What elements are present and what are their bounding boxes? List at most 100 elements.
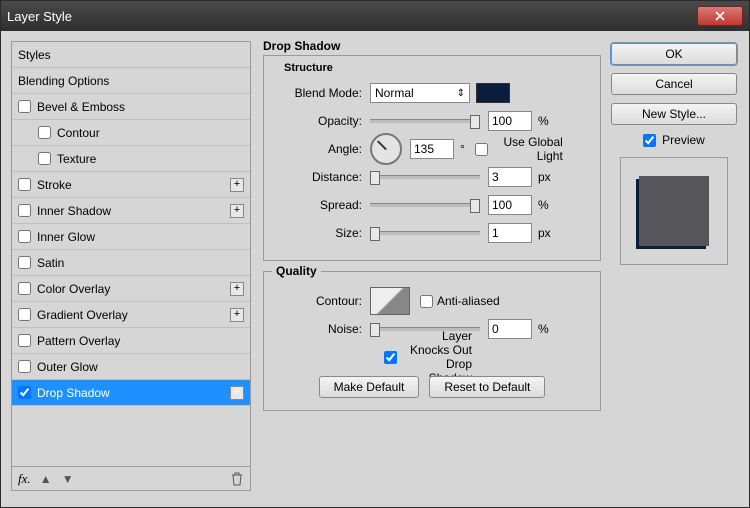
size-slider[interactable] [370, 231, 480, 235]
style-item-label: Color Overlay [37, 282, 110, 296]
blending-options[interactable]: Blending Options [12, 68, 250, 94]
add-effect-icon[interactable]: + [230, 386, 244, 400]
default-buttons-row: Make Default Reset to Default [274, 376, 590, 398]
move-down-icon[interactable]: ▼ [61, 472, 75, 486]
titlebar[interactable]: Layer Style [1, 1, 749, 31]
slider-thumb[interactable] [470, 199, 480, 213]
style-checkbox[interactable] [18, 100, 31, 113]
style-item-inner-shadow[interactable]: Inner Shadow + [12, 198, 250, 224]
size-input[interactable] [488, 223, 532, 243]
close-button[interactable] [697, 6, 743, 26]
angle-input[interactable] [410, 139, 454, 159]
ok-button[interactable]: OK [611, 43, 737, 65]
spread-input[interactable] [488, 195, 532, 215]
distance-slider[interactable] [370, 175, 480, 179]
preview-checkbox[interactable] [643, 134, 656, 147]
style-item-texture[interactable]: Texture [12, 146, 250, 172]
new-style-button[interactable]: New Style... [611, 103, 737, 125]
style-checkbox[interactable] [18, 256, 31, 269]
spread-row: Spread: % [274, 192, 590, 218]
style-item-outer-glow[interactable]: Outer Glow [12, 354, 250, 380]
blend-mode-select[interactable]: Normal ⇕ [370, 83, 470, 103]
fx-menu-icon[interactable]: fx. [18, 471, 31, 487]
style-item-stroke[interactable]: Stroke + [12, 172, 250, 198]
trash-icon[interactable] [230, 472, 244, 486]
reset-default-button[interactable]: Reset to Default [429, 376, 545, 398]
distance-row: Distance: px [274, 164, 590, 190]
make-default-button[interactable]: Make Default [319, 376, 420, 398]
style-checkbox[interactable] [18, 282, 31, 295]
style-checkbox[interactable] [18, 334, 31, 347]
move-up-icon[interactable]: ▲ [39, 472, 53, 486]
slider-thumb[interactable] [470, 115, 480, 129]
style-checkbox[interactable] [38, 152, 51, 165]
style-checkbox[interactable] [18, 386, 31, 399]
style-checkbox[interactable] [18, 230, 31, 243]
anti-aliased-label: Anti-aliased [437, 294, 500, 308]
contour-picker[interactable] [370, 287, 410, 315]
style-item-drop-shadow[interactable]: Drop Shadow + [12, 380, 250, 406]
cancel-button[interactable]: Cancel [611, 73, 737, 95]
styles-list: Styles Blending Options Bevel & Emboss C… [12, 42, 250, 466]
style-checkbox[interactable] [18, 308, 31, 321]
preview-toggle[interactable]: Preview [611, 133, 737, 147]
layer-knocks-row: Layer Knocks Out Drop Shadow [274, 344, 590, 370]
style-item-pattern-overlay[interactable]: Pattern Overlay [12, 328, 250, 354]
angle-row: Angle: ° Use Global Light [274, 136, 590, 162]
distance-label: Distance: [274, 170, 370, 184]
shadow-color-swatch[interactable] [476, 83, 510, 103]
spread-unit: % [538, 198, 549, 212]
styles-header[interactable]: Styles [12, 42, 250, 68]
anti-aliased-checkbox[interactable] [420, 295, 433, 308]
structure-legend: Structure [284, 62, 333, 74]
anti-aliased[interactable]: Anti-aliased [420, 294, 516, 308]
style-item-label: Stroke [37, 178, 72, 192]
style-item-color-overlay[interactable]: Color Overlay + [12, 276, 250, 302]
chevron-down-icon: ⇕ [457, 88, 465, 99]
style-item-gradient-overlay[interactable]: Gradient Overlay + [12, 302, 250, 328]
use-global-light[interactable]: Use Global Light [475, 135, 571, 163]
preview-square [639, 176, 709, 246]
slider-thumb[interactable] [370, 323, 380, 337]
angle-dial[interactable] [370, 133, 402, 165]
style-item-label: Contour [57, 126, 100, 140]
noise-label: Noise: [274, 322, 370, 336]
add-effect-icon[interactable]: + [230, 282, 244, 296]
style-checkbox[interactable] [18, 360, 31, 373]
distance-input[interactable] [488, 167, 532, 187]
spread-slider[interactable] [370, 203, 480, 207]
add-effect-icon[interactable]: + [230, 178, 244, 192]
panel-title: Drop Shadow [263, 39, 601, 53]
add-effect-icon[interactable]: + [230, 308, 244, 322]
noise-slider[interactable] [370, 327, 480, 331]
noise-input[interactable] [488, 319, 532, 339]
layer-style-window: Layer Style Styles Blending Options Beve… [0, 0, 750, 508]
style-item-label: Pattern Overlay [37, 334, 120, 348]
structure-group: Structure Blend Mode: Normal ⇕ Opacity: … [263, 55, 601, 261]
style-item-contour[interactable]: Contour [12, 120, 250, 146]
opacity-slider[interactable] [370, 119, 480, 123]
spread-label: Spread: [274, 198, 370, 212]
opacity-input[interactable] [488, 111, 532, 131]
style-item-label: Inner Glow [37, 230, 95, 244]
slider-thumb[interactable] [370, 171, 380, 185]
size-label: Size: [274, 226, 370, 240]
style-item-label: Outer Glow [37, 360, 98, 374]
add-effect-icon[interactable]: + [230, 204, 244, 218]
slider-thumb[interactable] [370, 227, 380, 241]
style-checkbox[interactable] [18, 204, 31, 217]
use-global-light-checkbox[interactable] [475, 143, 488, 156]
style-item-satin[interactable]: Satin [12, 250, 250, 276]
style-item-bevel-emboss[interactable]: Bevel & Emboss [12, 94, 250, 120]
style-checkbox[interactable] [38, 126, 51, 139]
preview-box [620, 157, 728, 265]
style-item-inner-glow[interactable]: Inner Glow [12, 224, 250, 250]
layer-knocks-checkbox[interactable] [384, 351, 397, 364]
angle-unit: ° [460, 142, 465, 156]
size-unit: px [538, 226, 551, 240]
blend-mode-row: Blend Mode: Normal ⇕ [274, 80, 590, 106]
preview-label: Preview [662, 133, 705, 147]
dialog-body: Styles Blending Options Bevel & Emboss C… [1, 31, 749, 507]
style-checkbox[interactable] [18, 178, 31, 191]
size-row: Size: px [274, 220, 590, 246]
